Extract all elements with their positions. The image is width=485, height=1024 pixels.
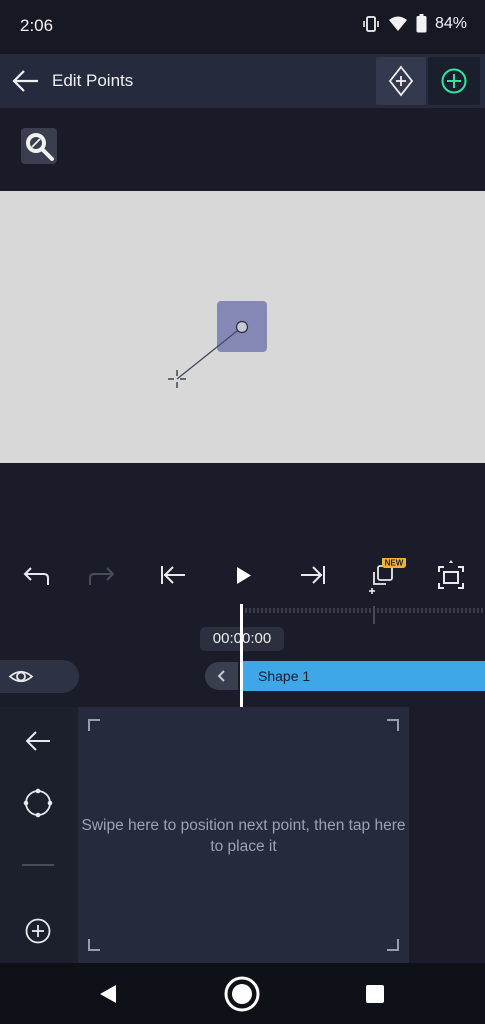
transport-controls: NEW xyxy=(0,550,485,602)
nav-back-button[interactable] xyxy=(89,975,127,1013)
jump-end-button[interactable] xyxy=(294,558,332,594)
nav-recents-button[interactable] xyxy=(356,975,394,1013)
clip-label: Shape 1 xyxy=(258,668,311,684)
home-circle-icon xyxy=(224,976,260,1012)
add-keyframe-button[interactable] xyxy=(376,57,426,105)
jump-start-icon xyxy=(161,566,185,584)
fullscreen-button[interactable] xyxy=(432,558,470,594)
wifi-icon xyxy=(388,15,408,33)
chevron-left-icon xyxy=(217,670,225,682)
preview-gap xyxy=(0,463,485,550)
zoom-toolbar xyxy=(0,108,485,191)
arrow-left-icon xyxy=(12,70,38,92)
status-bar: 2:06 84% xyxy=(0,0,485,54)
tool-back-button[interactable] xyxy=(20,723,56,759)
path-points-button[interactable] xyxy=(20,785,56,821)
undo-icon xyxy=(23,567,49,585)
pad-corner xyxy=(387,939,399,951)
timeline-ruler[interactable] xyxy=(242,604,485,628)
status-time: 2:06 xyxy=(20,16,54,35)
play-icon xyxy=(237,567,251,584)
pad-corner xyxy=(88,939,100,951)
duplicate-button[interactable]: NEW xyxy=(364,556,410,594)
new-badge-text: NEW xyxy=(385,559,404,568)
system-nav-bar xyxy=(0,963,485,1024)
back-triangle-icon xyxy=(100,985,116,1003)
redo-icon xyxy=(89,567,115,585)
pad-corner xyxy=(88,719,100,731)
battery-percent: 84% xyxy=(434,14,467,32)
path-segment xyxy=(176,326,243,380)
touch-pad[interactable]: Swipe here to position next point, then … xyxy=(78,707,409,963)
jump-start-button[interactable] xyxy=(154,558,192,594)
visibility-toggle[interactable] xyxy=(0,660,79,693)
clip-trim-handle[interactable] xyxy=(205,662,238,690)
path-points-icon xyxy=(23,788,53,818)
ruler-ticks xyxy=(245,606,483,624)
back-button[interactable] xyxy=(10,66,42,96)
redo-button[interactable] xyxy=(84,558,122,594)
add-tool-button[interactable] xyxy=(20,913,56,949)
shape-preview xyxy=(168,301,267,388)
tools-sidebar xyxy=(0,707,78,963)
jump-end-icon xyxy=(301,566,325,584)
duplicate-icon: NEW xyxy=(369,556,406,594)
recents-square-icon xyxy=(366,985,384,1003)
zoom-fit-button[interactable] xyxy=(21,128,57,164)
pad-corner xyxy=(387,719,399,731)
add-point-button[interactable] xyxy=(428,57,480,105)
shape-clip[interactable]: Shape 1 xyxy=(243,661,485,691)
line-thickness-icon xyxy=(22,864,54,866)
zoom-fit-icon xyxy=(21,128,57,164)
arrow-left-icon xyxy=(25,731,50,751)
nav-home-button[interactable] xyxy=(223,975,261,1013)
page-title: Edit Points xyxy=(52,71,134,90)
vibrate-icon xyxy=(362,15,380,33)
play-button[interactable] xyxy=(224,558,262,594)
plus-circle-icon xyxy=(25,918,51,944)
plus-circle-icon xyxy=(441,68,467,94)
eye-icon xyxy=(8,670,34,683)
line-thickness-button[interactable] xyxy=(20,847,56,883)
battery-icon xyxy=(416,14,427,33)
preview-canvas[interactable] xyxy=(0,191,485,463)
playhead[interactable] xyxy=(240,604,243,707)
status-icons: 84% xyxy=(362,14,467,33)
pad-hint: Swipe here to position next point, then … xyxy=(81,817,406,855)
fullscreen-icon xyxy=(438,560,464,589)
keyframe-add-icon xyxy=(388,65,414,97)
undo-button[interactable] xyxy=(16,558,54,594)
control-point xyxy=(235,320,249,334)
